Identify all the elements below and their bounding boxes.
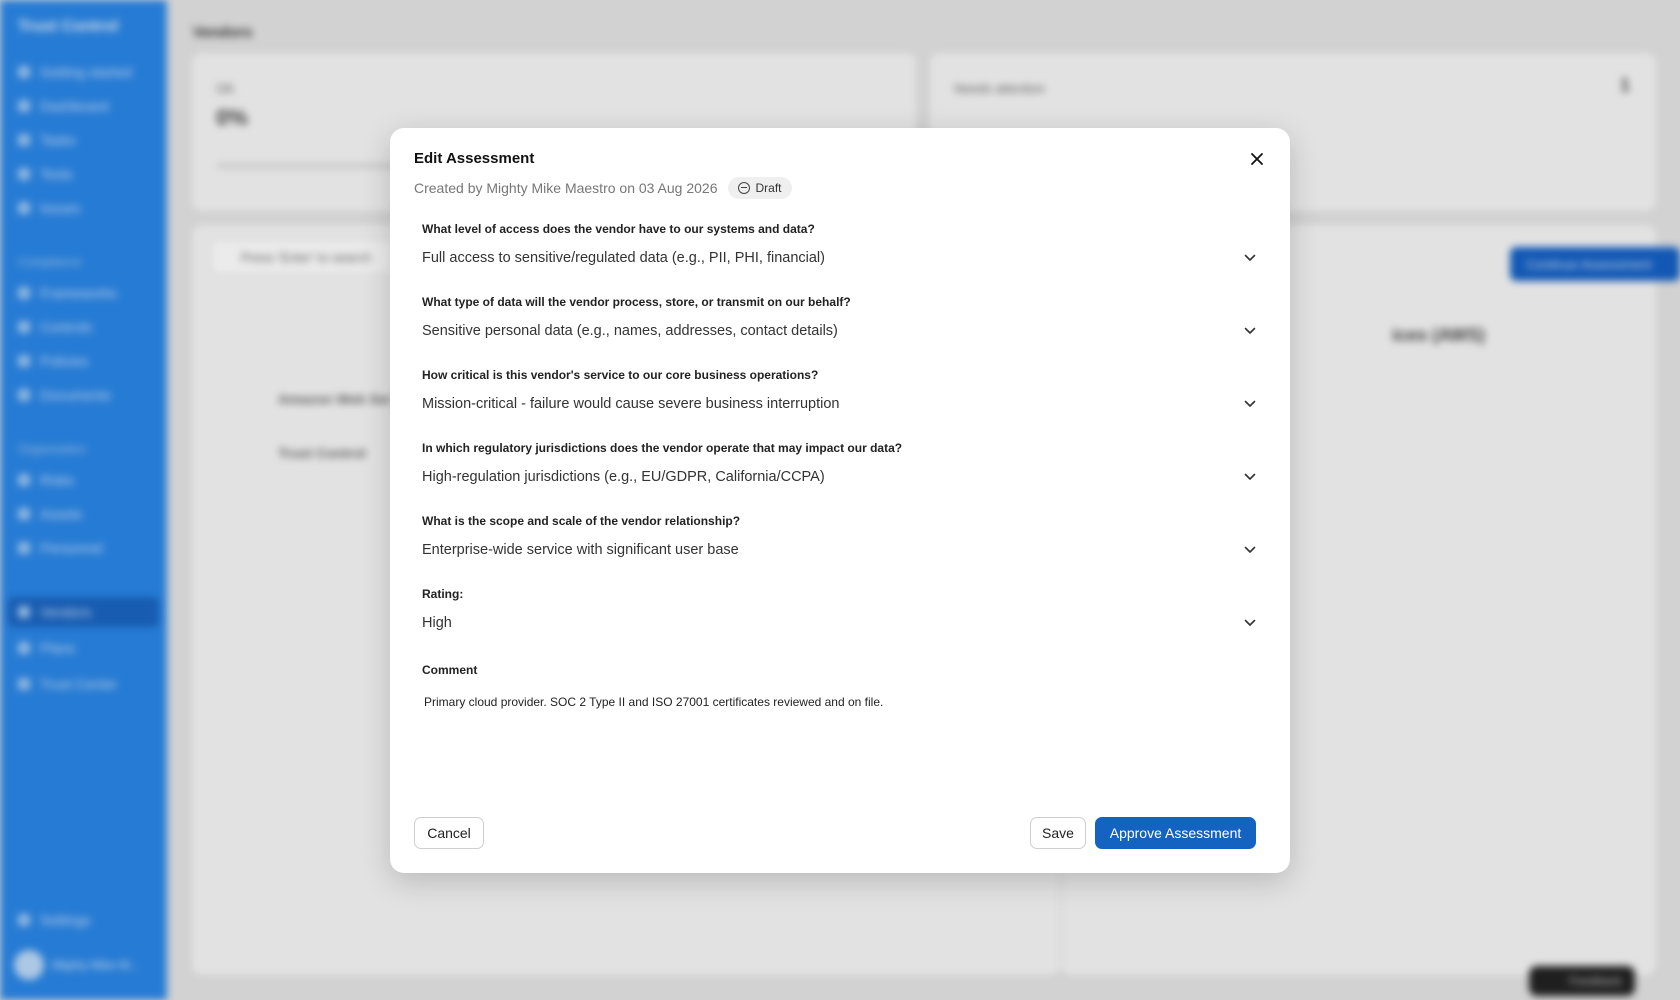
field-comment: Comment (422, 663, 1258, 677)
field-label: What is the scope and scale of the vendo… (422, 514, 741, 528)
field-label: What level of access does the vendor hav… (422, 222, 815, 236)
chevron-down-icon (1242, 615, 1258, 631)
close-icon (1251, 153, 1263, 165)
dialog-subtitle: Created by Mighty Mike Maestro on 03 Aug… (414, 177, 792, 199)
chevron-down-icon (1242, 542, 1258, 558)
field-label: What type of data will the vendor proces… (422, 295, 851, 309)
field-data-type: What type of data will the vendor proces… (422, 295, 1258, 342)
field-access-level: What level of access does the vendor hav… (422, 222, 1258, 269)
scope-select[interactable]: Enterprise-wide service with significant… (422, 539, 1258, 561)
dialog-title: Edit Assessment (414, 150, 535, 167)
created-by-text: Created by Mighty Mike Maestro on 03 Aug… (414, 180, 718, 196)
rating-select[interactable]: High (422, 612, 1258, 634)
field-jurisdictions: In which regulatory jurisdictions does t… (422, 441, 1258, 488)
close-button[interactable] (1244, 146, 1270, 172)
save-button[interactable]: Save (1030, 817, 1086, 849)
chevron-down-icon (1242, 469, 1258, 485)
comment-label: Comment (422, 663, 478, 677)
chevron-down-icon (1242, 250, 1258, 266)
criticality-select[interactable]: Mission-critical - failure would cause s… (422, 393, 1258, 415)
data-type-select[interactable]: Sensitive personal data (e.g., names, ad… (422, 320, 1258, 342)
access-level-select[interactable]: Full access to sensitive/regulated data … (422, 247, 1258, 269)
jurisdictions-select[interactable]: High-regulation jurisdictions (e.g., EU/… (422, 466, 1258, 488)
field-scope: What is the scope and scale of the vendo… (422, 514, 1258, 561)
chevron-down-icon (1242, 323, 1258, 339)
field-criticality: How critical is this vendor's service to… (422, 368, 1258, 415)
field-label: How critical is this vendor's service to… (422, 368, 819, 382)
chevron-down-icon (1242, 396, 1258, 412)
field-label: Rating: (422, 587, 464, 601)
edit-assessment-dialog: Edit Assessment Created by Mighty Mike M… (390, 128, 1290, 873)
field-label: In which regulatory jurisdictions does t… (422, 441, 903, 455)
field-rating: Rating: High (422, 587, 1258, 634)
cancel-button[interactable]: Cancel (414, 817, 484, 849)
comment-textarea[interactable]: Primary cloud provider. SOC 2 Type II an… (424, 695, 883, 709)
approve-assessment-button[interactable]: Approve Assessment (1095, 817, 1256, 849)
status-badge: Draft (727, 177, 792, 199)
draft-status-icon (737, 182, 750, 194)
